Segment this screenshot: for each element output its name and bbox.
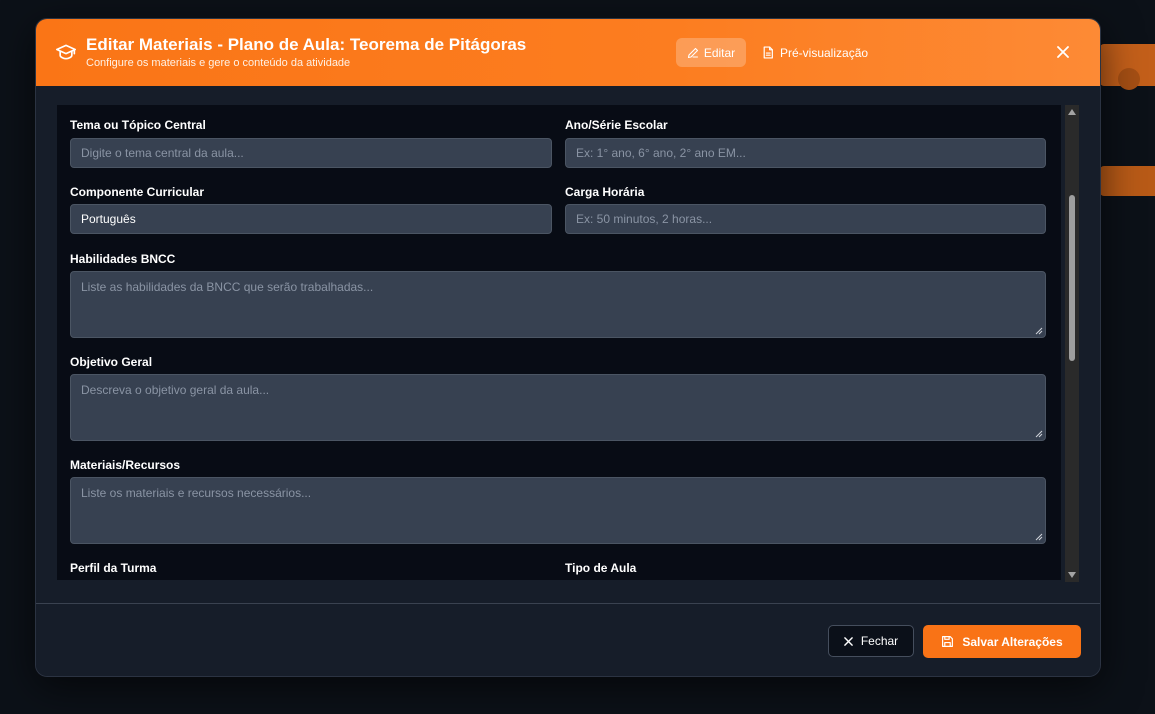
background-button [1100,166,1155,196]
tab-preview[interactable]: Pré-visualização [758,38,872,67]
materiais-textarea[interactable]: Liste os materiais e recursos necessário… [70,477,1046,544]
modal-body: Tema ou Tópico Central Digite o tema cen… [36,86,1100,603]
modal-header: Editar Materiais - Plano de Aula: Teorem… [36,19,1100,86]
scrollbar[interactable] [1065,105,1079,582]
tab-preview-label: Pré-visualização [780,45,869,60]
componente-label: Componente Curricular [70,185,205,199]
modal-footer: Fechar Salvar Alterações [36,603,1100,676]
carga-label: Carga Horária [565,185,645,199]
scrollbar-thumb[interactable] [1069,195,1075,361]
graduation-cap-icon [56,44,76,60]
objetivo-label: Objetivo Geral [70,355,153,369]
close-icon [843,636,853,646]
materiais-placeholder: Liste os materiais e recursos necessário… [81,486,312,500]
pencil-icon [687,47,698,58]
resize-grip-icon[interactable] [1035,327,1043,335]
ano-label: Ano/Série Escolar [565,118,668,132]
save-icon [942,636,954,647]
scroll-up-arrow-icon[interactable] [1068,109,1076,115]
close-icon[interactable] [1054,43,1072,61]
modal-subtitle: Configure os materiais e gere o conteúdo… [86,57,351,69]
background-card [1100,44,1155,90]
tema-label: Tema ou Tópico Central [70,118,206,132]
bncc-placeholder: Liste as habilidades da BNCC que serão t… [81,280,374,294]
resize-grip-icon[interactable] [1035,430,1043,438]
objetivo-placeholder: Descreva o objetivo geral da aula... [81,383,270,397]
bncc-textarea[interactable]: Liste as habilidades da BNCC que serão t… [70,271,1046,338]
tema-input[interactable]: Digite o tema central da aula... [70,138,552,168]
background-avatar [1118,68,1140,90]
edit-materials-modal: Editar Materiais - Plano de Aula: Teorem… [35,18,1101,677]
carga-input[interactable]: Ex: 50 minutos, 2 horas... [565,204,1046,234]
materiais-label: Materiais/Recursos [70,458,181,472]
tab-edit[interactable]: Editar [676,38,746,67]
resize-grip-icon[interactable] [1035,533,1043,541]
ano-input[interactable]: Ex: 1° ano, 6° ano, 2° ano EM... [565,138,1046,168]
perfil-label: Perfil da Turma [70,561,157,575]
modal-title: Editar Materiais - Plano de Aula: Teorem… [86,35,527,54]
bncc-label: Habilidades BNCC [70,252,176,266]
save-button-label: Salvar Alterações [962,634,1063,649]
document-icon [763,46,773,59]
objetivo-textarea[interactable]: Descreva o objetivo geral da aula... [70,374,1046,441]
close-button-label: Fechar [860,634,899,648]
close-button[interactable]: Fechar [828,625,914,657]
componente-select[interactable]: Português [70,204,552,234]
form-panel: Tema ou Tópico Central Digite o tema cen… [57,105,1061,580]
save-button[interactable]: Salvar Alterações [923,625,1081,658]
scroll-down-arrow-icon[interactable] [1068,572,1076,578]
tipo-label: Tipo de Aula [565,561,637,575]
tab-edit-label: Editar [703,45,736,60]
